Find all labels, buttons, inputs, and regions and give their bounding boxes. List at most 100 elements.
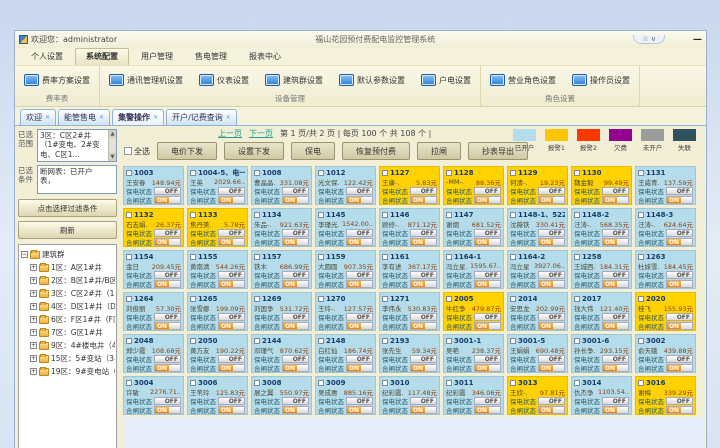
expand-icon[interactable]: + — [30, 277, 37, 284]
meter-card-1132[interactable]: 1132石志娟.26.37元保电状态OFF合闸状态ON — [123, 208, 184, 247]
switch-status-toggle[interactable]: ON — [346, 280, 373, 288]
switch-status-toggle[interactable]: ON — [218, 280, 245, 288]
tree-root[interactable]: −建筑群 — [21, 248, 115, 261]
protect-status-toggle[interactable]: OFF — [602, 313, 629, 321]
meter-card-1159[interactable]: 1159大圆圆907.35元保电状态OFF合闸状态ON — [315, 250, 376, 289]
meter-card-1271[interactable]: 1271李伟永530.83元保电状态OFF合闸状态ON — [379, 292, 440, 331]
card-checkbox[interactable] — [638, 296, 644, 302]
card-checkbox[interactable] — [318, 338, 324, 344]
doc-tab-能管售电[interactable]: 能管售电✕ — [58, 109, 110, 125]
toolbar-button-恢复预付费[interactable]: 恢复预付费 — [342, 142, 410, 160]
card-checkbox[interactable] — [446, 212, 452, 218]
switch-status-toggle[interactable]: ON — [602, 406, 629, 414]
switch-status-toggle[interactable]: ON — [538, 280, 565, 288]
expand-icon[interactable]: + — [30, 264, 37, 271]
tree-item[interactable]: +6区：F区1#井（F区1#… — [30, 313, 115, 326]
meter-card-3004[interactable]: 3004许敏2276.71..保电状态OFF合闸状态ON — [123, 376, 184, 415]
tree-item[interactable]: +15区：5#变站（3#变… — [30, 352, 115, 365]
protect-status-toggle[interactable]: OFF — [154, 397, 181, 405]
card-checkbox[interactable] — [510, 338, 516, 344]
protect-status-toggle[interactable]: OFF — [474, 187, 501, 195]
meter-card-1146[interactable]: 1146顾修-.871.12元保电状态OFF合闸状态ON — [379, 208, 440, 247]
switch-status-toggle[interactable]: ON — [346, 322, 373, 330]
card-checkbox[interactable] — [318, 380, 324, 386]
card-checkbox[interactable] — [446, 296, 452, 302]
card-checkbox[interactable] — [254, 338, 260, 344]
protect-status-toggle[interactable]: OFF — [218, 397, 245, 405]
switch-status-toggle[interactable]: ON — [346, 364, 373, 372]
protect-status-toggle[interactable]: OFF — [282, 187, 309, 195]
protect-status-toggle[interactable]: OFF — [538, 355, 565, 363]
meter-card-1269[interactable]: 1269刘国争531.72元保电状态OFF合闸状态ON — [251, 292, 312, 331]
next-page-link[interactable]: 下一页 — [249, 128, 273, 139]
meter-card-1265[interactable]: 1265张雪娜199.09元保电状态OFF合闸状态ON — [187, 292, 248, 331]
card-checkbox[interactable] — [382, 212, 388, 218]
switch-status-toggle[interactable]: ON — [410, 280, 437, 288]
toolbar-button-设置下发[interactable]: 设置下发 — [224, 142, 284, 160]
switch-status-toggle[interactable]: ON — [666, 322, 693, 330]
switch-status-toggle[interactable]: ON — [218, 322, 245, 330]
protect-status-toggle[interactable]: OFF — [346, 229, 373, 237]
toolbar-button-保电[interactable]: 保电 — [291, 142, 335, 160]
tree-item[interactable]: +4区：D区1#井（D区1… — [30, 300, 115, 313]
switch-status-toggle[interactable]: ON — [346, 196, 373, 204]
protect-status-toggle[interactable]: OFF — [410, 355, 437, 363]
protect-status-toggle[interactable]: OFF — [154, 355, 181, 363]
switch-status-toggle[interactable]: ON — [474, 322, 501, 330]
switch-status-toggle[interactable]: ON — [666, 238, 693, 246]
switch-status-toggle[interactable]: ON — [474, 280, 501, 288]
switch-status-toggle[interactable]: ON — [154, 238, 181, 246]
switch-status-toggle[interactable]: ON — [410, 238, 437, 246]
card-checkbox[interactable] — [638, 170, 644, 176]
card-checkbox[interactable] — [190, 296, 196, 302]
card-checkbox[interactable] — [126, 338, 132, 344]
protect-status-toggle[interactable]: OFF — [666, 397, 693, 405]
protect-status-toggle[interactable]: OFF — [218, 187, 245, 195]
ribbon-button-操作员设置[interactable]: 操作员设置 — [569, 72, 633, 88]
switch-status-toggle[interactable]: ON — [282, 280, 309, 288]
ribbon-button-默认参数设置[interactable]: 默认参数设置 — [336, 72, 408, 88]
switch-status-toggle[interactable]: ON — [282, 322, 309, 330]
card-checkbox[interactable] — [510, 254, 516, 260]
tree-item[interactable]: +3区：C区2#井（1#变… — [30, 287, 115, 300]
ribbon-button-户电设置[interactable]: 户电设置 — [418, 72, 474, 88]
protect-status-toggle[interactable]: OFF — [410, 313, 437, 321]
protect-status-toggle[interactable]: OFF — [154, 271, 181, 279]
card-checkbox[interactable] — [638, 338, 644, 344]
ribbon-button-通讯管理机设置[interactable]: 通讯管理机设置 — [106, 72, 186, 88]
meter-card-1147[interactable]: 1147谢烟681.52元保电状态OFF合闸状态ON — [443, 208, 504, 247]
protect-status-toggle[interactable]: OFF — [602, 355, 629, 363]
close-icon[interactable]: ✕ — [226, 114, 231, 121]
meter-card-1258[interactable]: 1258王城西.184.31元保电状态OFF合闸状态ON — [571, 250, 632, 289]
card-checkbox[interactable] — [190, 212, 196, 218]
meter-card-1145[interactable]: 1145李瑾光.1542.00..保电状态OFF合闸状态ON — [315, 208, 376, 247]
meter-card-3008[interactable]: 3008展之翼550.97元保电状态OFF合闸状态ON — [251, 376, 312, 415]
meter-card-1004-5、电一[interactable]: 1004-5、电一王英2029.66..保电状态OFF合闸状态ON — [187, 166, 248, 205]
menu-tab-报表中心[interactable]: 报表中心 — [239, 49, 291, 65]
protect-status-toggle[interactable]: OFF — [602, 397, 629, 405]
card-checkbox[interactable] — [638, 254, 644, 260]
expand-icon[interactable]: + — [30, 316, 37, 323]
meter-card-3016[interactable]: 3016谢梅339.29元保电状态OFF合闸状态ON — [635, 376, 696, 415]
meter-card-1131[interactable]: 1131王威青.137.59元保电状态OFF合闸状态ON — [635, 166, 696, 205]
ribbon-button-建筑群设置[interactable]: 建筑群设置 — [262, 72, 326, 88]
card-checkbox[interactable] — [510, 170, 516, 176]
card-checkbox[interactable] — [126, 380, 132, 386]
collapse-icon[interactable]: − — [21, 251, 28, 258]
card-checkbox[interactable] — [254, 380, 260, 386]
meter-card-1127[interactable]: 1127王康-.5.83元保电状态OFF合闸状态ON — [379, 166, 440, 205]
switch-status-toggle[interactable]: ON — [474, 406, 501, 414]
card-checkbox[interactable] — [574, 170, 580, 176]
switch-status-toggle[interactable]: ON — [282, 238, 309, 246]
card-checkbox[interactable] — [190, 170, 196, 176]
switch-status-toggle[interactable]: ON — [538, 406, 565, 414]
meter-card-1264[interactable]: 1264刘俊丽57.30元保电状态OFF合闸状态ON — [123, 292, 184, 331]
meter-card-1130[interactable]: 1130魏金毅99.49元保电状态OFF合闸状态ON — [571, 166, 632, 205]
protect-status-toggle[interactable]: OFF — [666, 313, 693, 321]
card-checkbox[interactable] — [382, 254, 388, 260]
tree-item[interactable]: +1区：A区1#井 — [30, 261, 115, 274]
meter-card-3013[interactable]: 3013王欣-.97.81元保电状态OFF合闸状态ON — [507, 376, 568, 415]
selected-condition-box[interactable]: 断网表：已开户表， — [37, 165, 117, 194]
card-checkbox[interactable] — [318, 254, 324, 260]
ribbon-button-仪表设置[interactable]: 仪表设置 — [196, 72, 252, 88]
